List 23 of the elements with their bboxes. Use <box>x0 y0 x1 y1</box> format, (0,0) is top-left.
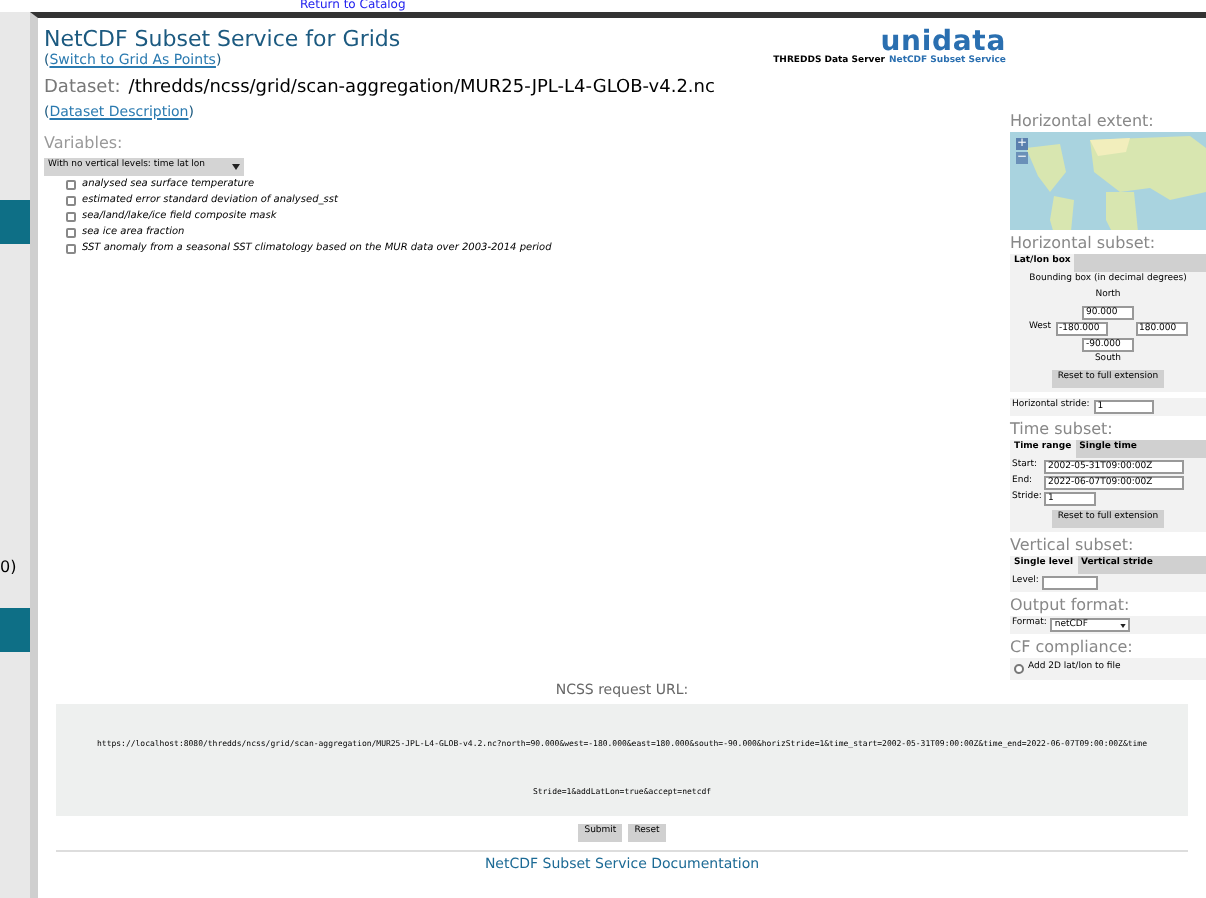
checkbox[interactable] <box>66 228 76 238</box>
page-title: NetCDF Subset Service for Grids <box>44 28 401 52</box>
checkbox[interactable] <box>66 196 76 206</box>
header-bar <box>0 200 30 244</box>
checkbox[interactable] <box>66 180 76 190</box>
caret-icon <box>232 163 240 169</box>
dataset-path: /thredds/ncss/grid/scan-aggregation/MUR25-JPL-L4-GLOB-v4.2.nc <box>128 76 715 102</box>
section-label: Horizontal subset: <box>1010 234 1158 254</box>
section-label: Variables: <box>44 131 125 155</box>
table-cell: 0) <box>0 556 17 580</box>
checkbox[interactable] <box>66 212 76 222</box>
checkbox[interactable] <box>66 244 76 254</box>
header-bar <box>0 608 30 652</box>
dataset-label: Dataset: <box>44 76 121 102</box>
section-label: Vertical subset: <box>1010 536 1136 557</box>
section-label: CF compliance: <box>1010 638 1135 659</box>
logo-text: unidata <box>880 30 1006 56</box>
section-label: Output format: <box>1010 596 1132 617</box>
checkbox[interactable] <box>1014 664 1024 675</box>
caret-icon <box>1120 623 1127 628</box>
section-label: Time subset: <box>1010 420 1115 441</box>
input-field[interactable] <box>1042 576 1099 591</box>
section-label: Horizontal extent: <box>1010 112 1156 132</box>
